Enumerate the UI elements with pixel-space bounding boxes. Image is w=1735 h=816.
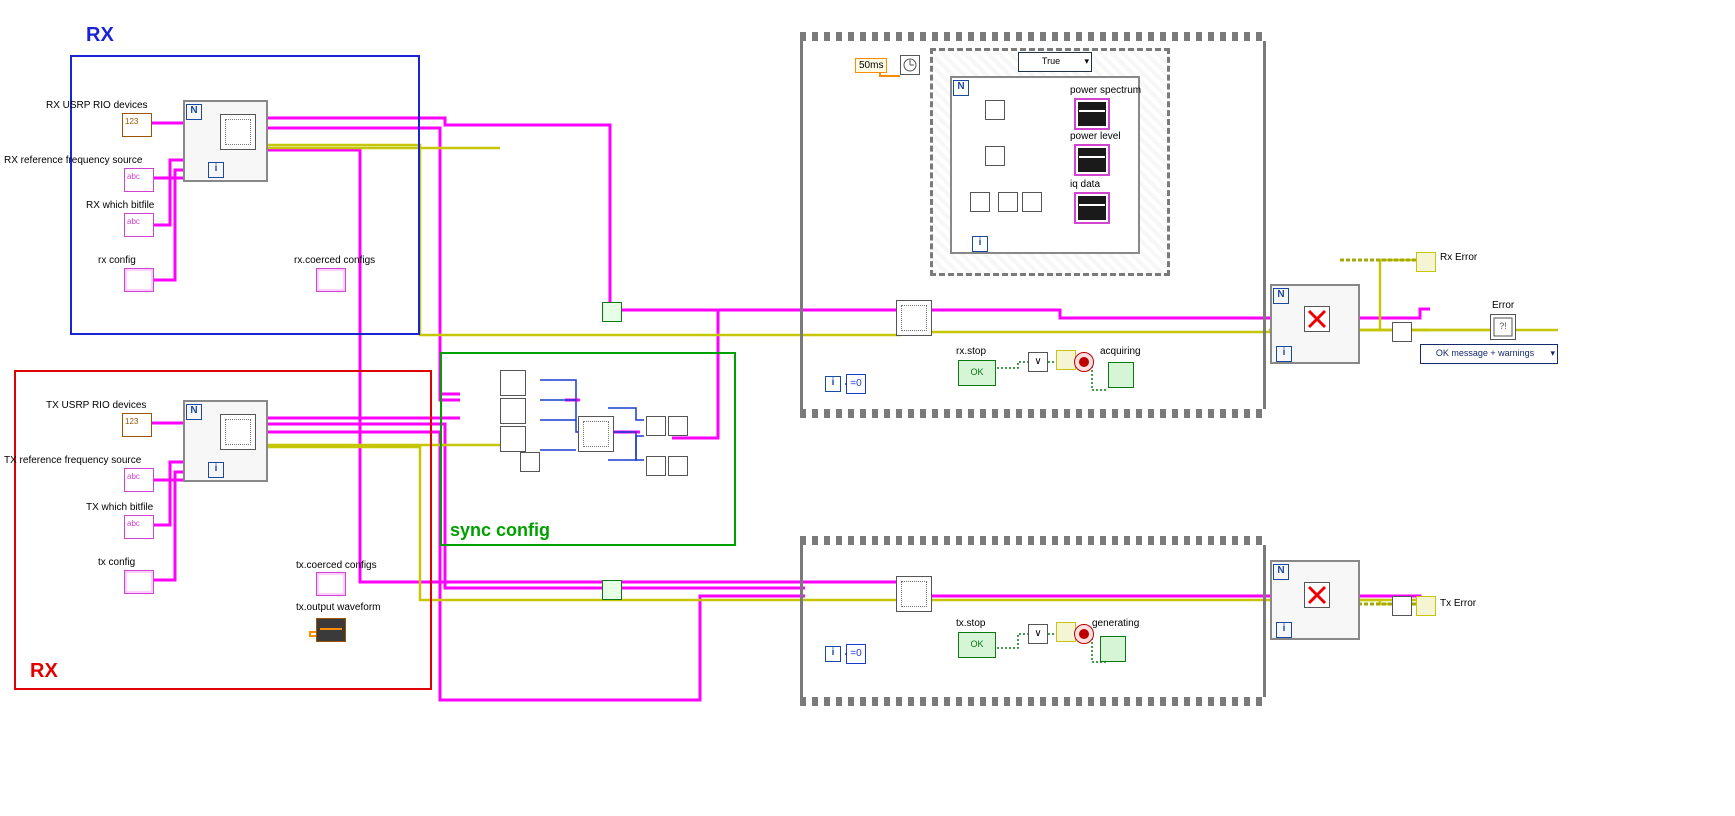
rx-which-bitfile-control[interactable] [124,213,154,237]
sync-subvi-7[interactable] [668,416,688,436]
tx-open-subvi[interactable] [220,414,256,450]
tx-which-bitfile-label: TX which bitfile [86,502,153,513]
tx-write-subvi[interactable] [896,576,932,612]
error-handler-vi[interactable]: ?! [1490,314,1516,340]
sync-title-label: sync config [450,520,550,541]
tx-generating-led[interactable] [1100,636,1126,662]
tx-ref-freq-label: TX reference frequency source [4,455,141,466]
tx-error-label: Tx Error [1440,598,1476,609]
power-level-label: power level [1070,131,1121,142]
tx-usrp-devices-control[interactable] [122,413,152,437]
tx-merge-err[interactable] [1392,596,1412,616]
rx-coerced-indicator[interactable] [316,268,346,292]
tx-while-loop [800,536,1266,706]
tx-generating-label: generating [1092,618,1139,629]
error-dialog-selector[interactable]: OK message + warnings [1420,344,1558,364]
tx-error-indicator[interactable] [1416,596,1436,616]
tx-output-wf-label: tx.output waveform [296,602,380,613]
tx-eq0: =0 [846,644,866,664]
rx-inner-for-loop [950,76,1140,254]
tx-usrp-devices-label: TX USRP RIO devices [46,400,146,411]
rx-acquiring-label: acquiring [1100,346,1141,357]
rx-error-indicator[interactable] [1416,252,1436,272]
tx-coerced-indicator[interactable] [316,572,346,596]
rx-inner-for-n: N [953,80,969,96]
case-selector-text: True [1042,56,1060,66]
sync-subvi-5[interactable] [578,416,614,452]
rx-close-n: N [1273,288,1289,304]
rx-coerced-label: rx.coerced configs [294,255,375,266]
error-dialog-text: OK message + warnings [1436,348,1534,358]
rx-for-n: N [186,104,202,120]
rx-usrp-devices-control[interactable] [122,113,152,137]
rx-close-subvi[interactable] [1304,306,1330,332]
tx-loop-i: i [825,646,841,662]
iq-node3[interactable] [1022,192,1042,212]
sync-subvi-6[interactable] [646,416,666,436]
power-level-indicator[interactable] [1074,144,1110,176]
rx-inner-for-i: i [972,236,988,252]
pl-node[interactable] [985,146,1005,166]
rx-section-outline [70,55,420,335]
tx-or1: ∨ [1028,624,1048,644]
rx-which-bitfile-label: RX which bitfile [86,200,154,211]
tx-close-subvi[interactable] [1304,582,1330,608]
tx-for-i: i [208,462,224,478]
power-spectrum-label: power spectrum [1070,85,1141,96]
rx-or1: ∨ [1028,352,1048,372]
sync-subvi-3[interactable] [500,426,526,452]
tx-or2 [1056,622,1076,642]
rx-ref-freq-control[interactable] [124,168,154,192]
tx-close-n: N [1273,564,1289,580]
iq-node2[interactable] [998,192,1018,212]
rx-for-i: i [208,162,224,178]
wait-ms-label: 50ms [855,58,887,73]
tx-config-control[interactable] [124,570,154,594]
tx-ref-freq-control[interactable] [124,468,154,492]
iq-node1[interactable] [970,192,990,212]
rx-fetch-subvi[interactable] [896,300,932,336]
rx-loop-i: i [825,376,841,392]
rx-merge-err[interactable] [1392,322,1412,342]
tx-for-n: N [186,404,202,420]
rx-stop-label: rx.stop [956,346,986,357]
rx-case-selector[interactable]: True [1018,52,1092,72]
rx-play-subvi[interactable] [602,302,622,322]
tx-stop-label: tx.stop [956,618,985,629]
rx-ref-freq-label: RX reference frequency source [4,155,142,166]
error-label: Error [1492,300,1514,311]
tx-play-subvi[interactable] [602,580,622,600]
tx-stop-cond[interactable] [1074,624,1094,644]
rx-open-subvi[interactable] [220,114,256,150]
tx-coerced-label: tx.coerced configs [296,560,377,571]
tx-close-i: i [1276,622,1292,638]
ps-node[interactable] [985,100,1005,120]
iq-data-label: iq data [1070,179,1100,190]
tx-output-wf-control[interactable] [316,618,346,642]
sync-subvi-9[interactable] [668,456,688,476]
tx-which-bitfile-control[interactable] [124,515,154,539]
power-spectrum-indicator[interactable] [1074,98,1110,130]
sync-subvi-2[interactable] [500,398,526,424]
sync-subvi-4[interactable] [520,452,540,472]
tx-config-label: tx config [98,557,135,568]
svg-text:?!: ?! [1499,321,1507,331]
rx-config-label: rx config [98,255,136,266]
rx-usrp-devices-label: RX USRP RIO devices [46,100,148,111]
rx-eq0: =0 [846,374,866,394]
iq-data-indicator[interactable] [1074,192,1110,224]
rx-or2 [1056,350,1076,370]
wait-timer-icon [900,55,920,75]
rx-title-label: RX [86,24,114,47]
rx-stop-button[interactable] [958,360,996,386]
rx-error-label: Rx Error [1440,252,1477,263]
rx-stop-cond[interactable] [1074,352,1094,372]
tx-stop-button[interactable] [958,632,996,658]
rx-acquiring-led[interactable] [1108,362,1134,388]
sync-subvi-1[interactable] [500,370,526,396]
tx-title-label: RX [30,660,58,683]
rx-config-control[interactable] [124,268,154,292]
rx-close-i: i [1276,346,1292,362]
sync-subvi-8[interactable] [646,456,666,476]
